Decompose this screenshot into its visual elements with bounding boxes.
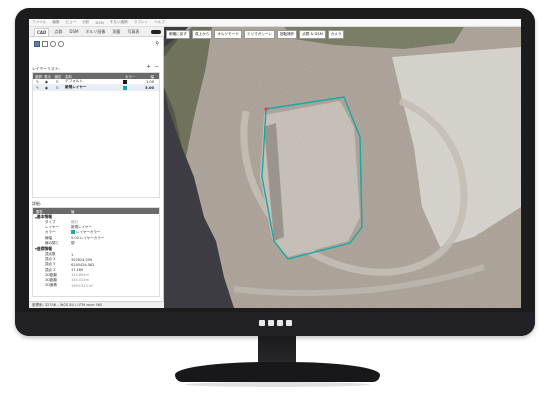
prop-row: 2D面積 1993.523 m² — [45, 283, 94, 288]
select-tool-icon[interactable] — [34, 41, 40, 47]
table-row[interactable]: ✎ ◉ ⊓ 新規レイヤー 5.00 — [33, 85, 159, 91]
layer-width: 1.00 — [145, 79, 154, 84]
properties-panel: 属性 値 ▾ 基本情報 タイプ 線分 レイヤー 新規レイヤー カラー レイヤーカラー … — [32, 207, 160, 297]
circle-tool-icon[interactable] — [50, 41, 56, 47]
lock-icon[interactable]: ⊓ — [51, 86, 63, 90]
layer-name: 新規レイヤー — [65, 85, 87, 89]
ortho-mode-button[interactable]: オルソモード — [214, 30, 242, 39]
remove-layer-button[interactable]: − — [155, 64, 159, 70]
menu-item-help[interactable]: ヘルプ — [154, 20, 165, 25]
menu-item-dsm[interactable]: DSM — [96, 21, 104, 25]
menu-item-analysis[interactable]: 分析 — [82, 20, 89, 25]
camera-button[interactable]: カメラ — [327, 30, 345, 39]
eye-icon[interactable]: ◉ — [42, 80, 51, 84]
menu-item-file[interactable]: ファイル — [32, 20, 46, 25]
color-swatch[interactable] — [71, 230, 75, 235]
minimap-button[interactable]: ミリマガシーン — [243, 30, 275, 39]
layer-list: 選択 表示 固定 名前 カラー 幅 ✎ ◉ ⊓ デフォルト 1.00 ✎ ◉ ⊓… — [32, 72, 160, 198]
aerial-orthophoto — [164, 27, 521, 308]
monitor-button — [277, 320, 283, 326]
tab-cad[interactable]: CAD — [34, 27, 50, 36]
tab-survey[interactable]: 測量 — [110, 28, 122, 36]
eye-icon[interactable]: ◉ — [42, 86, 51, 90]
tab-dsm[interactable]: DSM — [67, 28, 80, 35]
menu-item-area[interactable]: そない面積 — [110, 20, 128, 25]
layer-actions: + − — [147, 64, 159, 70]
color-swatch[interactable] — [123, 79, 127, 84]
monitor-button — [286, 320, 292, 326]
menu-item-view[interactable]: ビュー — [66, 20, 77, 25]
rotate-button[interactable]: 回転操作 — [276, 30, 298, 39]
add-layer-button[interactable]: + — [147, 64, 151, 70]
tab-ortho[interactable]: オルソ画像 — [83, 28, 107, 36]
toggle-switch[interactable] — [151, 29, 161, 34]
menu-item-edit[interactable]: 編集 — [52, 20, 59, 25]
layer-width: 5.00 — [145, 85, 154, 90]
monitor-button — [259, 320, 265, 326]
pencil-icon[interactable]: ✎ — [33, 86, 42, 90]
tab-photos[interactable]: 写真表 — [125, 28, 141, 36]
top-view-button[interactable]: 真上から — [191, 30, 213, 39]
menu-bar: ファイル 編集 ビュー 分析 DSM そない面積 ラフレン ヘルプ — [29, 19, 521, 27]
pencil-icon[interactable]: ✎ — [33, 80, 42, 84]
status-bar: 座標系: 32756 – WGS 84 / UTM zone 56S — [29, 301, 164, 308]
cad-toolbar: ⚲ — [34, 40, 159, 48]
monitor-button — [268, 320, 274, 326]
search-icon[interactable]: ⚲ — [155, 41, 159, 47]
pointcloud-dsm-button[interactable]: 点群 & DSM — [299, 30, 326, 39]
color-swatch[interactable] — [123, 85, 127, 90]
rectangle-tool-icon[interactable] — [42, 41, 48, 47]
reset-view-button[interactable]: 俯瞰に戻す — [166, 30, 190, 39]
layer-name: デフォルト — [65, 79, 83, 83]
menu-item-raflen[interactable]: ラフレン — [134, 20, 148, 25]
view-toolbar: 俯瞰に戻す 真上から オルソモード ミリマガシーン 回転操作 点群 & DSM … — [166, 30, 345, 39]
monitor-stand — [175, 362, 380, 382]
map-viewport[interactable]: 俯瞰に戻す 真上から オルソモード ミリマガシーン 回転操作 点群 & DSM … — [164, 27, 521, 308]
stand-shadow — [185, 382, 370, 387]
app-window: ファイル 編集 ビュー 分析 DSM そない面積 ラフレン ヘルプ CAD 点群… — [29, 19, 521, 308]
monitor-buttons — [259, 320, 292, 326]
vertex-handle[interactable] — [264, 107, 268, 111]
clock-tool-icon[interactable] — [58, 41, 64, 47]
left-panel: CAD 点群 DSM オルソ画像 測量 写真表 ⚲ レイヤーリスト: + − 選… — [29, 27, 164, 308]
panel-tabs: CAD 点群 DSM オルソ画像 測量 写真表 — [29, 27, 164, 37]
tab-pointcloud[interactable]: 点群 — [52, 28, 64, 36]
lock-icon[interactable]: ⊓ — [51, 80, 63, 84]
